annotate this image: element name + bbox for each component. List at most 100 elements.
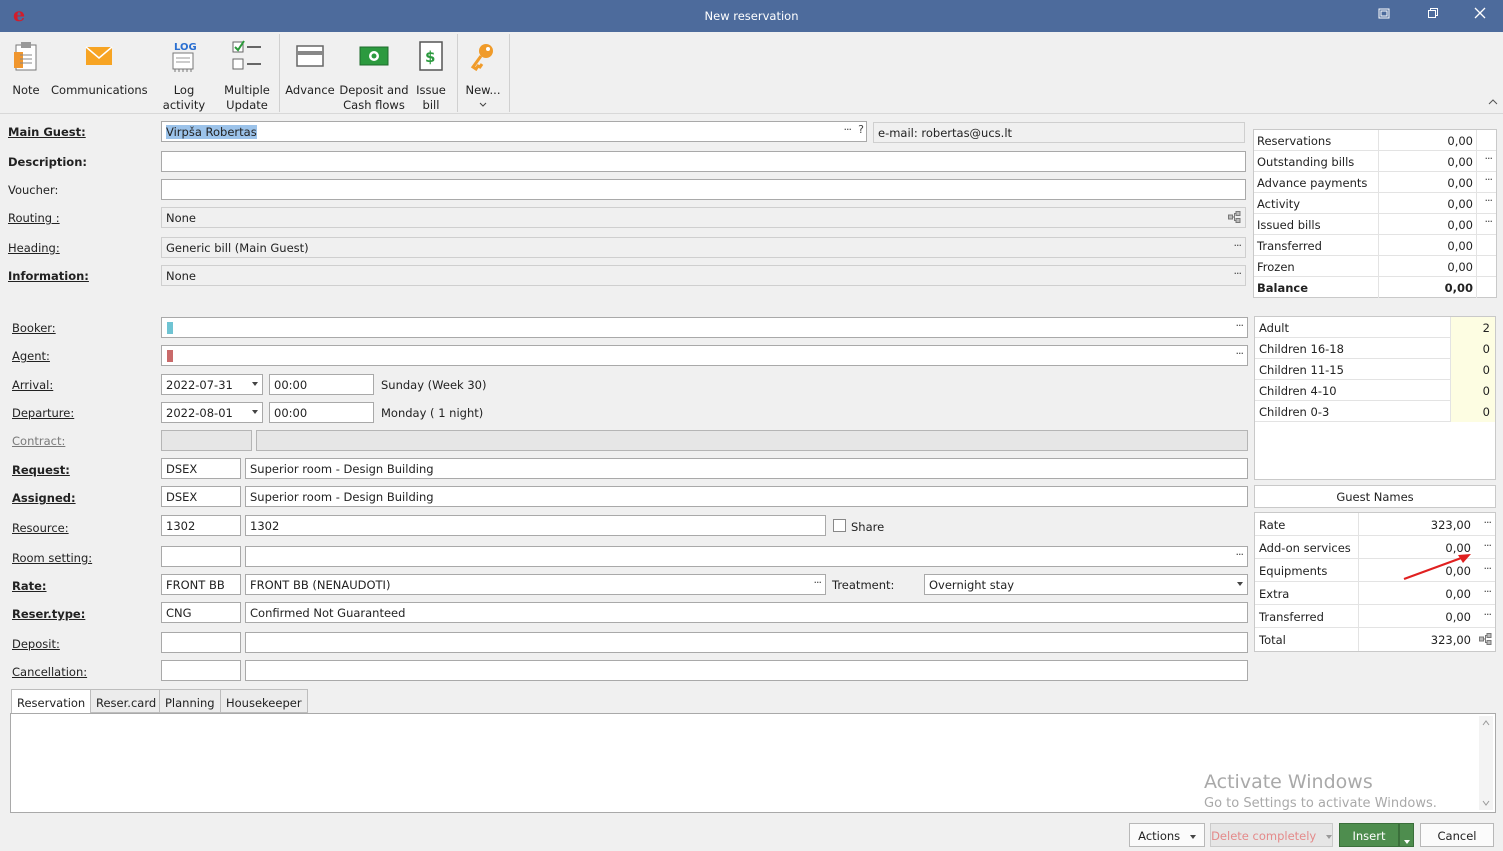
assigned-label[interactable]: Assigned:	[12, 491, 76, 505]
request-label[interactable]: Request:	[12, 463, 70, 477]
reser-type-name-input[interactable]: Confirmed Not Guaranteed	[245, 602, 1248, 623]
room-setting-name-input[interactable]: ···	[245, 546, 1248, 567]
scroll-up-icon[interactable]	[1482, 720, 1490, 726]
treatment-select[interactable]: Overnight stay	[924, 574, 1248, 595]
resource-code-input[interactable]: 1302	[161, 515, 241, 536]
request-name-input[interactable]: Superior room - Design Building	[245, 458, 1248, 479]
window-title: New reservation	[704, 9, 799, 23]
insert-button[interactable]: Insert	[1339, 823, 1399, 847]
information-lookup-button[interactable]: ···	[1234, 267, 1242, 280]
new-dropdown-button[interactable]: New...	[462, 38, 504, 112]
outstanding-bills-details-button[interactable]: ···	[1485, 152, 1493, 165]
resource-label[interactable]: Resource:	[12, 521, 69, 535]
reser-type-label[interactable]: Reser.type:	[12, 607, 85, 621]
resource-name-input[interactable]: 1302	[245, 515, 826, 536]
cancel-button[interactable]: Cancel	[1420, 823, 1494, 847]
tab-housekeeper[interactable]: Housekeeper	[220, 689, 308, 713]
voucher-input[interactable]	[161, 179, 1246, 200]
description-input[interactable]	[161, 151, 1246, 172]
departure-label[interactable]: Departure:	[12, 406, 74, 420]
rate-lookup-button[interactable]: ···	[814, 576, 822, 589]
main-guest-label: Main Guest:	[8, 125, 86, 139]
cancellation-label[interactable]: Cancellation:	[12, 665, 87, 679]
balance-row: Frozen 0,00	[1254, 256, 1496, 277]
request-code-input[interactable]: DSEX	[161, 458, 241, 479]
departure-time-input[interactable]: 00:00	[269, 402, 374, 423]
close-icon[interactable]	[1470, 6, 1490, 26]
main-guest-input[interactable]: Virpša Robertas ··· ?	[161, 121, 867, 142]
routing-tree-icon[interactable]	[1228, 211, 1241, 226]
multiple-update-button[interactable]: Multiple Update	[221, 38, 273, 113]
routing-label[interactable]: Routing :	[8, 211, 60, 225]
agent-label[interactable]: Agent:	[12, 349, 50, 363]
issue-bill-button[interactable]: $ Issue bill	[412, 38, 450, 113]
arrival-time-input[interactable]: 00:00	[269, 374, 374, 395]
main-guest-lookup-button[interactable]: ···	[844, 123, 852, 136]
agent-lookup-button[interactable]: ···	[1236, 347, 1244, 360]
main-guest-help-button[interactable]: ?	[858, 123, 864, 136]
rate-details-button[interactable]: ···	[1484, 516, 1492, 529]
price-row: Rate 323,00 ···	[1255, 513, 1495, 536]
vertical-scrollbar[interactable]	[1479, 716, 1493, 810]
transferred-details-button[interactable]: ···	[1484, 608, 1492, 621]
delete-completely-button[interactable]: Delete completely	[1210, 823, 1333, 847]
activity-details-button[interactable]: ···	[1485, 194, 1493, 207]
room-setting-lookup-button[interactable]: ···	[1236, 548, 1244, 561]
scroll-down-icon[interactable]	[1482, 800, 1490, 806]
rate-name-input[interactable]: FRONT BB (NENAUDOTI) ···	[245, 574, 826, 595]
departure-date-input[interactable]: 2022-08-01	[161, 402, 263, 423]
cancellation-code-input[interactable]	[161, 660, 241, 681]
cancellation-name-input[interactable]	[245, 660, 1248, 681]
deposit-code-input[interactable]	[161, 632, 241, 653]
maximize-icon[interactable]	[1423, 6, 1443, 26]
collapse-ribbon-icon[interactable]	[1488, 96, 1498, 109]
booker-label[interactable]: Booker:	[12, 321, 56, 335]
note-button[interactable]: Note	[8, 38, 44, 98]
deposit-cash-flows-button[interactable]: Deposit and Cash flows	[339, 38, 409, 113]
arrival-label[interactable]: Arrival:	[12, 378, 53, 392]
tab-reservation[interactable]: Reservation	[11, 689, 92, 714]
room-setting-label[interactable]: Room setting:	[12, 551, 92, 565]
chevron-down-icon[interactable]	[252, 382, 258, 386]
rate-label[interactable]: Rate:	[12, 579, 47, 593]
actions-dropdown-button[interactable]: Actions	[1129, 823, 1205, 847]
log-activity-button[interactable]: LOG Log activity	[151, 38, 217, 113]
assigned-name-input[interactable]: Superior room - Design Building	[245, 486, 1248, 507]
balance-row: Issued bills 0,00 ···	[1254, 214, 1496, 235]
booker-lookup-button[interactable]: ···	[1236, 319, 1244, 332]
agent-input[interactable]: ···	[161, 345, 1248, 366]
total-tree-icon[interactable]	[1479, 633, 1492, 648]
equipments-details-button[interactable]: ···	[1484, 562, 1492, 575]
deposit-name-input[interactable]	[245, 632, 1248, 653]
reser-type-code-input[interactable]: CNG	[161, 602, 241, 623]
heading-label[interactable]: Heading:	[8, 241, 60, 255]
share-checkbox[interactable]	[833, 519, 846, 532]
advance-button[interactable]: Advance	[285, 38, 335, 98]
chevron-down-icon[interactable]	[252, 410, 258, 414]
departure-weekday-note: Monday ( 1 night)	[381, 406, 484, 420]
activation-watermark-subtitle: Go to Settings to activate Windows.	[1204, 796, 1437, 811]
guest-count-row: Children 11-15 0	[1255, 359, 1495, 380]
booker-input[interactable]: ···	[161, 317, 1248, 338]
heading-field: Generic bill (Main Guest) ···	[161, 237, 1246, 258]
rate-code-input[interactable]: FRONT BB	[161, 574, 241, 595]
issued-bills-details-button[interactable]: ···	[1485, 215, 1493, 228]
communications-button[interactable]: Communications	[51, 38, 148, 98]
assigned-code-input[interactable]: DSEX	[161, 486, 241, 507]
advance-payments-details-button[interactable]: ···	[1485, 173, 1493, 186]
ribbon-separator	[509, 34, 510, 112]
guest-names-button[interactable]: Guest Names	[1254, 485, 1496, 508]
deposit-label[interactable]: Deposit:	[12, 637, 60, 651]
extra-details-button[interactable]: ···	[1484, 585, 1492, 598]
room-setting-code-input[interactable]	[161, 546, 241, 567]
arrival-date-input[interactable]: 2022-07-31	[161, 374, 263, 395]
tab-planning[interactable]: Planning	[159, 689, 221, 713]
insert-options-button[interactable]	[1399, 823, 1414, 847]
add-on-services-details-button[interactable]: ···	[1484, 539, 1492, 552]
chevron-down-icon	[1403, 840, 1410, 844]
guest-count-row: Adult 2	[1255, 317, 1495, 338]
restore-icon[interactable]	[1374, 6, 1394, 26]
information-label[interactable]: Information:	[8, 269, 89, 283]
heading-lookup-button[interactable]: ···	[1234, 239, 1242, 252]
tab-reser-card[interactable]: Reser.card	[90, 689, 163, 713]
